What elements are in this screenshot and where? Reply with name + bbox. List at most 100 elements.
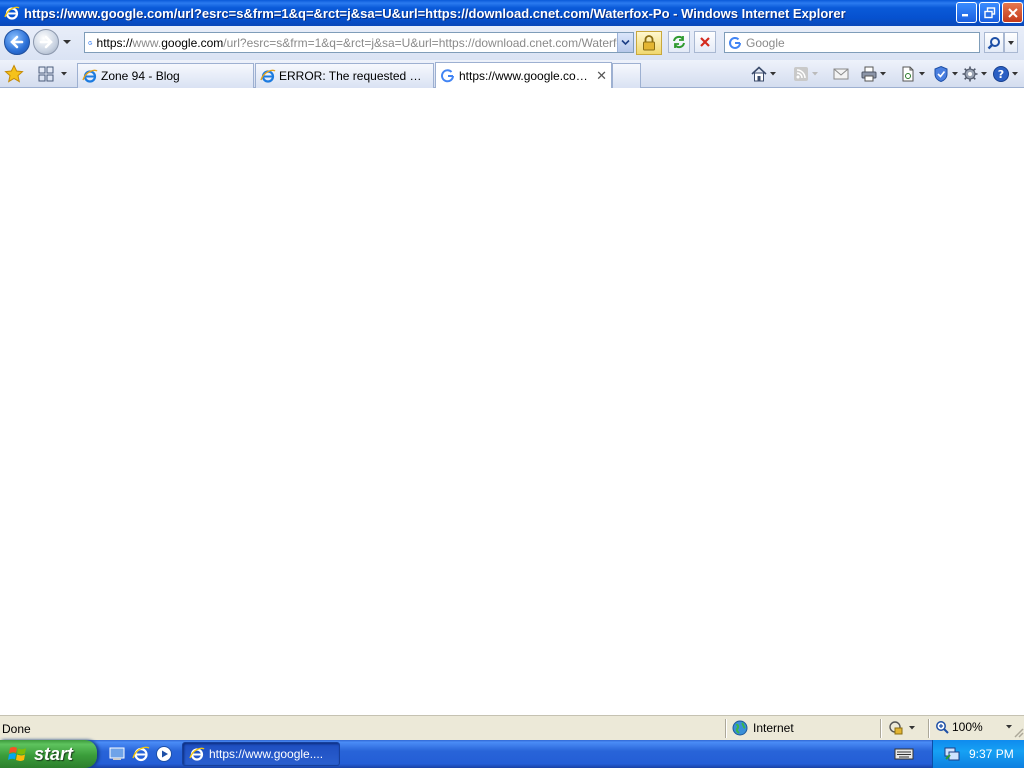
address-field[interactable]: https://www. google.com/url?esrc=s&frm=1&… — [84, 32, 634, 53]
google-icon — [729, 36, 741, 49]
ie-icon — [82, 69, 98, 83]
favorites-star-icon[interactable] — [4, 64, 24, 84]
chevron-down-icon — [880, 72, 886, 76]
mail-icon — [833, 68, 849, 80]
ie-quicklaunch-icon[interactable] — [132, 745, 150, 763]
protected-mode-button[interactable] — [888, 720, 917, 736]
chevron-down-icon — [919, 72, 925, 76]
taskbar-item-label: https://www.google.... — [209, 747, 324, 761]
globe-icon — [732, 720, 748, 736]
feeds-button[interactable] — [792, 65, 820, 83]
media-player-icon[interactable] — [155, 745, 173, 763]
search-placeholder: Google — [746, 35, 785, 50]
lock-icon — [643, 35, 655, 51]
start-label: start — [34, 743, 74, 764]
close-icon — [1007, 7, 1018, 18]
minimize-icon — [962, 14, 968, 17]
network-icon[interactable] — [943, 745, 961, 763]
zoom-button[interactable]: 100% — [935, 720, 1014, 734]
google-icon — [441, 68, 454, 82]
ie-icon — [260, 69, 276, 83]
tools-menu-button[interactable] — [961, 65, 989, 83]
start-button[interactable]: start — [0, 740, 97, 768]
status-text: Done — [2, 722, 31, 736]
stop-button[interactable] — [694, 31, 716, 53]
chevron-down-icon — [1008, 40, 1014, 45]
search-options-button[interactable] — [1004, 32, 1018, 53]
restore-button[interactable] — [979, 2, 1000, 23]
security-report-button[interactable] — [636, 31, 662, 55]
refresh-icon — [673, 35, 685, 49]
stop-icon — [700, 37, 710, 47]
home-button[interactable] — [750, 65, 778, 83]
feeds-icon — [794, 67, 808, 81]
close-window-button[interactable] — [1002, 2, 1023, 23]
minimize-button[interactable] — [956, 2, 977, 23]
address-scheme: https:// — [96, 35, 133, 50]
chevron-down-icon — [770, 72, 776, 76]
safety-menu-button[interactable] — [932, 65, 960, 83]
forward-button[interactable] — [33, 29, 59, 55]
system-tray: 9:37 PM — [932, 740, 1024, 768]
title-bar: https://www.google.com/url?esrc=s&frm=1&… — [0, 0, 1024, 26]
search-button[interactable] — [984, 32, 1004, 53]
page-content[interactable] — [0, 88, 1024, 715]
address-toolbar: https://www. google.com/url?esrc=s&frm=1&… — [0, 26, 1024, 60]
resize-grip-icon[interactable] — [1012, 726, 1024, 738]
back-button[interactable] — [4, 29, 30, 55]
chevron-down-icon — [952, 72, 958, 76]
address-subdomain: www. — [132, 35, 162, 50]
status-bar: Done Internet 100% — [0, 715, 1024, 740]
keyboard-icon[interactable] — [894, 746, 914, 762]
zoom-level: 100% — [952, 720, 983, 734]
page-menu-button[interactable] — [899, 65, 927, 83]
print-icon — [861, 66, 877, 82]
tab-label: ERROR: The requested URL ... — [279, 69, 429, 83]
forward-arrow-icon — [39, 35, 53, 49]
tab-bar: Zone 94 - Blog ERROR: The requested URL … — [0, 60, 1024, 88]
address-domain: google.com — [161, 35, 224, 50]
zone-label: Internet — [753, 721, 794, 735]
page-icon — [902, 66, 914, 82]
search-icon — [987, 36, 1000, 49]
read-mail-button[interactable] — [832, 65, 850, 83]
status-divider — [928, 719, 930, 738]
restore-icon — [983, 6, 995, 18]
tab-label: https://www.google.com... — [459, 68, 591, 83]
close-tab-icon[interactable]: ✕ — [596, 68, 607, 84]
chevron-down-icon — [981, 72, 987, 76]
google-icon — [88, 40, 93, 45]
help-menu-button[interactable]: ? — [992, 65, 1020, 83]
refresh-button[interactable] — [668, 31, 690, 53]
status-divider — [725, 719, 727, 738]
tab-label: Zone 94 - Blog — [101, 69, 180, 83]
svg-text:?: ? — [998, 68, 1004, 81]
quick-tabs-icon — [38, 66, 54, 82]
tab-error-url[interactable]: ERROR: The requested URL ... — [255, 63, 434, 88]
security-zone[interactable]: Internet — [732, 720, 794, 736]
protected-mode-icon — [889, 721, 903, 735]
back-arrow-icon — [10, 35, 24, 49]
ie-icon — [189, 747, 205, 761]
tab-google-redirect[interactable]: https://www.google.com... ✕ — [435, 62, 612, 88]
taskbar-item-ie-window[interactable]: https://www.google.... — [182, 742, 340, 766]
taskbar: start https://www.google.... 9:37 PM — [0, 740, 1024, 768]
chevron-down-icon — [1012, 72, 1018, 76]
chevron-down-icon — [621, 39, 630, 46]
print-button[interactable] — [860, 65, 888, 83]
show-desktop-icon[interactable] — [108, 745, 126, 763]
recent-pages-dropdown-icon[interactable] — [62, 38, 72, 46]
clock: 9:37 PM — [969, 747, 1014, 761]
quick-tabs-button[interactable] — [37, 64, 75, 84]
tab-zone94-blog[interactable]: Zone 94 - Blog — [77, 63, 254, 88]
windows-logo-icon — [8, 747, 26, 761]
address-dropdown-button[interactable] — [617, 33, 633, 52]
ie-icon — [4, 6, 20, 20]
tab-list-dropdown-icon — [61, 72, 67, 76]
window-title: https://www.google.com/url?esrc=s&frm=1&… — [24, 5, 846, 21]
search-field[interactable]: Google — [724, 32, 980, 53]
new-tab-button[interactable] — [612, 63, 641, 88]
home-icon — [751, 66, 767, 82]
address-path: /url?esrc=s&frm=1&q=&rct=j&sa=U&url=http… — [223, 35, 633, 50]
safety-icon — [934, 65, 948, 83]
